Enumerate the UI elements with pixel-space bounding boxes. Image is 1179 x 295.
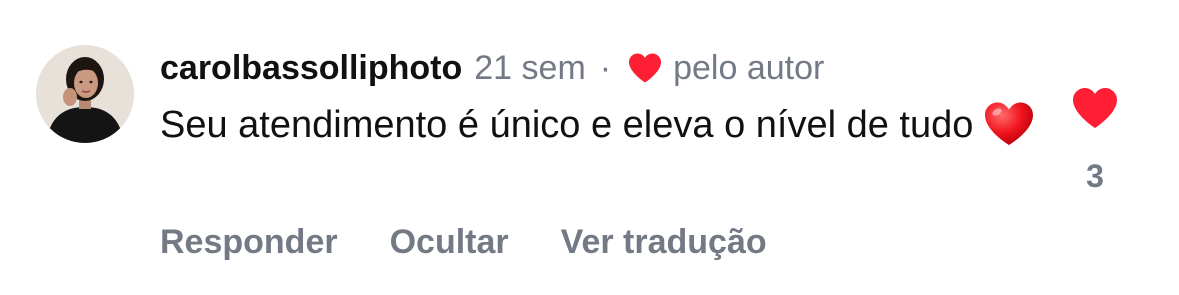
comment-text-content: Seu atendimento é único e eleva o nível … xyxy=(160,104,974,146)
comment-actions: Responder Ocultar Ver tradução xyxy=(160,222,819,262)
hide-button[interactable]: Ocultar xyxy=(390,223,509,262)
username-link[interactable]: carolbassolliphoto xyxy=(160,49,462,88)
heart-filled-icon xyxy=(1073,88,1117,128)
like-count[interactable]: 3 xyxy=(1070,158,1120,195)
avatar[interactable] xyxy=(36,45,134,143)
reply-button[interactable]: Responder xyxy=(160,223,338,262)
like-button[interactable] xyxy=(1071,86,1119,130)
comment-header: carolbassolliphoto 21 sem · pelo autor xyxy=(160,46,824,90)
liked-by-author-label: pelo autor xyxy=(673,48,825,87)
timestamp[interactable]: 21 sem xyxy=(474,49,586,88)
translate-button[interactable]: Ver tradução xyxy=(561,223,767,262)
comment-item: carolbassolliphoto 21 sem · pelo autor S… xyxy=(0,0,1179,295)
heart-emoji-icon xyxy=(983,101,1035,147)
heart-icon xyxy=(627,52,663,84)
comment-text: Seu atendimento é único e eleva o nível … xyxy=(160,100,1040,150)
avatar-image xyxy=(36,45,134,143)
separator-dot: · xyxy=(599,48,612,87)
